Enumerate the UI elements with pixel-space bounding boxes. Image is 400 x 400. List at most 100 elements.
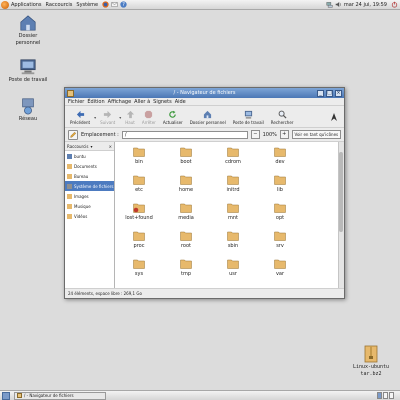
network-tray-icon[interactable] — [326, 1, 333, 8]
menu-signets[interactable]: Signets — [153, 99, 172, 105]
mail-launcher-icon[interactable] — [111, 1, 118, 8]
archive-icon — [364, 345, 378, 363]
sidebar-item[interactable]: Images — [65, 191, 114, 201]
computer-button[interactable]: Poste de travail — [230, 110, 267, 125]
file-name: root — [180, 243, 192, 249]
up-button[interactable]: Haut — [122, 110, 138, 125]
file-name: cdrom — [225, 159, 241, 165]
back-history-chevron-icon[interactable]: ▾ — [94, 115, 96, 120]
workspace-1[interactable] — [377, 392, 382, 399]
clock[interactable]: mar 24 jui, 19:59 — [344, 2, 387, 8]
menu-applications[interactable]: Applications — [9, 2, 44, 8]
file-item[interactable]: lost+found — [123, 202, 155, 221]
sidebar-item-label: buntu — [74, 153, 86, 159]
file-name: usr — [229, 271, 237, 277]
sidebar-item[interactable]: buntu — [65, 151, 114, 161]
network-icon — [22, 98, 34, 115]
file-item[interactable]: var — [264, 258, 296, 277]
window-titlebar[interactable]: / - Navigateur de fichiers _ □ × — [65, 88, 344, 98]
sidebar-item[interactable]: Système de fichiers — [65, 181, 114, 191]
menu-aide[interactable]: Aide — [175, 99, 186, 105]
menu-fichier[interactable]: Fichier — [68, 99, 84, 105]
file-item[interactable]: initrd — [217, 174, 249, 193]
file-item[interactable]: boot — [170, 146, 202, 165]
desktop-icon-computer[interactable]: Poste de travail — [8, 58, 48, 83]
sidebar-close-icon[interactable]: × — [109, 144, 112, 149]
zoom-out-button[interactable]: − — [251, 130, 260, 139]
file-item[interactable]: lib — [264, 174, 296, 193]
vertical-scrollbar[interactable] — [338, 142, 344, 288]
file-item[interactable]: sbin — [217, 230, 249, 249]
folder-icon — [180, 259, 192, 269]
file-item[interactable]: home — [170, 174, 202, 193]
location-input[interactable]: / — [121, 130, 248, 139]
sidebar-item[interactable]: Vidéos — [65, 211, 114, 221]
file-item[interactable]: usr — [217, 258, 249, 277]
menu-raccourcis[interactable]: Raccourcis — [44, 2, 75, 8]
ubuntu-logo-icon[interactable] — [1, 0, 9, 9]
menu-systeme[interactable]: Système — [74, 2, 100, 8]
sidebar-item[interactable]: Bureau — [65, 171, 114, 181]
images-folder-icon — [67, 193, 72, 199]
home-icon — [67, 153, 72, 159]
zoom-level[interactable]: 100% — [263, 132, 277, 138]
desktop-icon-network[interactable]: Réseau — [8, 97, 48, 122]
folder-icon — [227, 231, 239, 241]
sidebar-mode-select[interactable]: Raccourcis — [67, 144, 88, 149]
reload-button[interactable]: Actualiser — [160, 110, 186, 125]
file-name: bin — [135, 159, 143, 165]
volume-tray-icon[interactable] — [335, 1, 342, 8]
file-item[interactable]: mnt — [217, 202, 249, 221]
file-view: bin boot cdrom dev etc home initrd lib lost+foun… — [115, 142, 344, 288]
stop-button[interactable]: Arrêter — [139, 110, 159, 125]
taskbar-window-button[interactable]: / - Navigateur de fichiers — [14, 391, 106, 400]
location-label: Emplacement : — [81, 131, 119, 138]
folder-icon — [133, 175, 145, 185]
file-item[interactable]: opt — [264, 202, 296, 221]
sidebar-item-label: Bureau — [74, 173, 89, 179]
sidebar-item[interactable]: Documents — [65, 161, 114, 171]
home-button[interactable]: Dossier personnel — [187, 110, 229, 125]
file-name: initrd — [226, 187, 240, 193]
folder-icon — [227, 147, 239, 157]
view-mode-select[interactable]: Voir en tant qu'icônes — [291, 130, 341, 139]
back-button[interactable]: Précédent — [67, 110, 93, 125]
sidebar-header[interactable]: Raccourcis ▾ × — [65, 142, 114, 151]
folder-icon — [274, 231, 286, 241]
sidebar-item[interactable]: Musique — [65, 201, 114, 211]
forward-history-chevron-icon[interactable]: ▾ — [119, 115, 121, 120]
folder-icon — [17, 393, 22, 398]
file-name: opt — [275, 215, 285, 221]
desktop-icon-home[interactable]: Dossier personnel — [8, 14, 48, 46]
power-tray-icon[interactable] — [391, 1, 398, 8]
activity-spinner-icon — [331, 113, 337, 121]
file-item[interactable]: bin — [123, 146, 155, 165]
menu-edition[interactable]: Édition — [87, 99, 104, 105]
file-item[interactable]: srv — [264, 230, 296, 249]
toolbar: Précédent ▾ Suivant ▾ Haut Arrêter Actua… — [65, 106, 344, 128]
folder-icon — [274, 175, 286, 185]
file-item[interactable]: dev — [264, 146, 296, 165]
file-item[interactable]: proc — [123, 230, 155, 249]
scroll-thumb[interactable] — [339, 152, 343, 232]
search-button[interactable]: Rechercher — [268, 110, 297, 125]
menu-affichage[interactable]: Affichage — [108, 99, 132, 105]
file-item[interactable]: etc — [123, 174, 155, 193]
help-launcher-icon[interactable]: ? — [120, 1, 127, 8]
show-desktop-button[interactable] — [2, 391, 10, 400]
workspace-2[interactable] — [383, 392, 388, 399]
desktop-archive-file[interactable]: Linux-ubuntu tar.bz2 — [350, 345, 392, 377]
file-item[interactable]: media — [170, 202, 202, 221]
trash-icon[interactable] — [389, 392, 394, 399]
forward-button[interactable]: Suivant — [97, 110, 118, 125]
folder-icon — [133, 231, 145, 241]
zoom-in-button[interactable]: + — [279, 130, 289, 139]
firefox-launcher-icon[interactable] — [102, 1, 109, 8]
file-item[interactable]: root — [170, 230, 202, 249]
menu-aller-a[interactable]: Aller à — [134, 99, 150, 105]
file-item[interactable]: sys — [123, 258, 155, 277]
file-item[interactable]: tmp — [170, 258, 202, 277]
toggle-location-edit-button[interactable] — [68, 129, 78, 140]
folder-icon — [180, 147, 192, 157]
file-item[interactable]: cdrom — [217, 146, 249, 165]
